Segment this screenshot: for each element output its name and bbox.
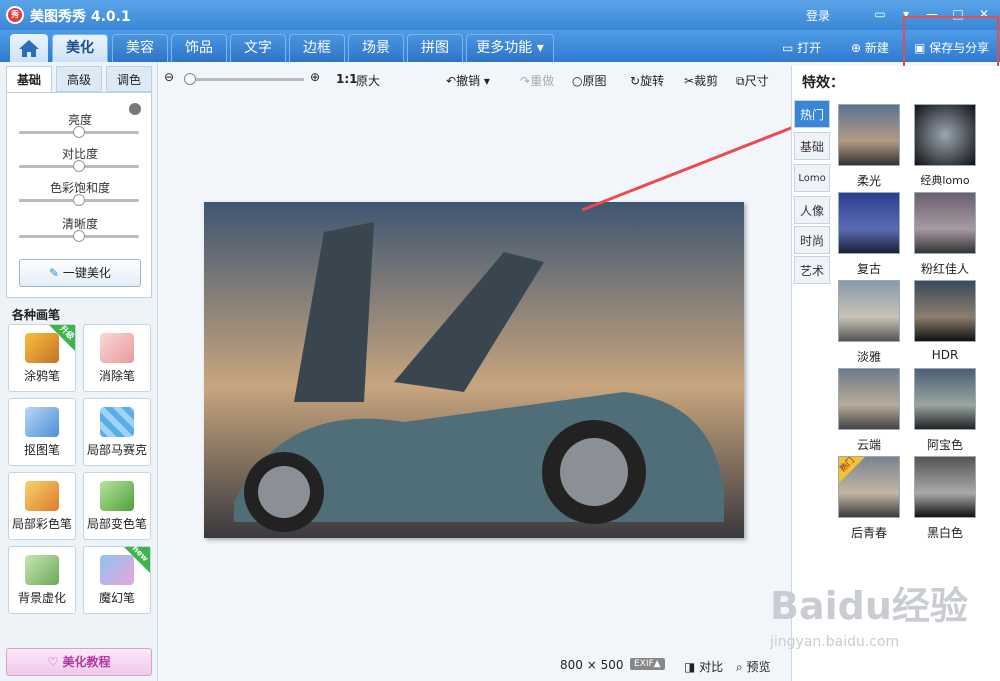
fx-thumb-cloud[interactable]	[838, 368, 900, 430]
tab-beautify[interactable]: 美化	[52, 34, 108, 62]
saturation-slider[interactable]	[19, 194, 139, 206]
brightness-slider[interactable]	[19, 126, 139, 138]
image-dimensions: 800 × 500	[560, 658, 624, 672]
app-title: 美图秀秀 4.0.1	[30, 9, 131, 25]
compare-button[interactable]: ◨ 对比	[684, 658, 723, 675]
tab-advanced[interactable]: 高级	[56, 66, 102, 92]
sharpness-slider[interactable]	[19, 230, 139, 242]
rotate-button[interactable]: ↻旋转	[630, 72, 664, 89]
tab-collage[interactable]: 拼图	[407, 34, 463, 62]
zoom-slider[interactable]	[184, 78, 304, 81]
original-size-button[interactable]: 原大	[356, 72, 380, 89]
tab-more[interactable]: 更多功能 ▾	[466, 34, 554, 62]
original-image-button[interactable]: ○原图	[572, 72, 607, 89]
tab-frame[interactable]: 边框	[289, 34, 345, 62]
eraser-brush-button[interactable]: 消除笔	[83, 324, 151, 392]
main-nav: 美化 美容 饰品 文字 边框 场景 拼图 更多功能 ▾ ▭ 打开 ⊕ 新建 ▣ …	[0, 30, 1000, 62]
adjust-panel: 亮度 对比度 色彩饱和度 清晰度 ✎ 一键美化	[6, 92, 152, 298]
mosaic-icon	[100, 407, 134, 437]
fx-thumb-retro[interactable]	[838, 192, 900, 254]
recolor-brush-button[interactable]: 局部变色笔	[83, 472, 151, 540]
preview-icon: ⌕	[736, 660, 747, 674]
magic-icon: ✎	[49, 266, 63, 280]
color-brush-button[interactable]: 局部彩色笔	[8, 472, 76, 540]
eraser-icon	[100, 333, 134, 363]
fx-tab-basic[interactable]: 基础	[794, 132, 830, 160]
fx-thumb-youth[interactable]: 热门	[838, 456, 900, 518]
tutorial-button[interactable]: ♡ 美化教程	[6, 648, 152, 676]
fx-tab-portrait[interactable]: 人像	[794, 196, 830, 224]
paint-brush-icon	[25, 481, 59, 511]
fx-thumb-soft[interactable]	[838, 104, 900, 166]
car-photo	[204, 202, 744, 538]
actual-size-ratio[interactable]: 1:1	[336, 72, 358, 86]
title-bar: 秀 美图秀秀 4.0.1 登录 ▭ ▾ — □ ✕	[0, 0, 1000, 30]
blur-icon	[25, 555, 59, 585]
bg-blur-button[interactable]: 背景虚化	[8, 546, 76, 614]
fx-thumb-hdr[interactable]	[914, 280, 976, 342]
tab-accessories[interactable]: 饰品	[171, 34, 227, 62]
undo-icon: ↶	[446, 74, 457, 88]
open-button[interactable]: ▭ 打开	[782, 39, 821, 56]
left-panel: 基础 高级 调色 亮度 对比度 色彩饱和度 清晰度 ✎ 一键美化 各种画笔 涂鸦…	[0, 62, 158, 681]
edit-toolbar: ⊖ ⊕ 1:1 原大 ↶撤销 ▾ ↷重做 ○原图 ↻旋转 ✂裁剪 ⧉尺寸	[160, 64, 785, 94]
doodle-brush-button[interactable]: 涂鸦笔 升级	[8, 324, 76, 392]
canvas-image[interactable]	[204, 202, 744, 538]
preview-button[interactable]: ⌕ 预览	[736, 658, 771, 675]
folder-icon: ▭	[782, 41, 798, 55]
undo-button[interactable]: ↶撤销 ▾	[446, 72, 490, 89]
resize-button[interactable]: ⧉尺寸	[736, 72, 769, 89]
fx-tab-hot[interactable]: 热门	[794, 100, 830, 128]
login-link[interactable]: 登录	[806, 7, 830, 24]
tab-basic[interactable]: 基础	[6, 66, 52, 92]
tab-scene[interactable]: 场景	[348, 34, 404, 62]
fx-thumb-abao[interactable]	[914, 368, 976, 430]
feedback-icon[interactable]: ▭	[870, 5, 890, 23]
effects-title: 特效：	[802, 75, 844, 91]
zoom-in-icon[interactable]: ⊕	[310, 70, 320, 84]
new-button[interactable]: ⊕ 新建	[851, 39, 889, 56]
fx-thumb-bw[interactable]	[914, 456, 976, 518]
fx-tab-lomo[interactable]: Lomo	[794, 164, 830, 192]
fx-thumb-elegant[interactable]	[838, 280, 900, 342]
fx-thumb-classic-lomo[interactable]	[914, 104, 976, 166]
home-icon	[19, 40, 39, 57]
brush-section-title: 各种画笔	[12, 308, 61, 322]
redo-icon: ↷	[520, 74, 531, 88]
compare-icon: ◨	[684, 660, 700, 674]
circle-icon: ○	[572, 74, 583, 88]
tab-color[interactable]: 调色	[106, 66, 152, 92]
fx-tab-art[interactable]: 艺术	[794, 256, 830, 284]
resize-icon: ⧉	[736, 74, 745, 88]
exif-button[interactable]: EXIF▲	[630, 658, 665, 670]
zoom-out-icon[interactable]: ⊖	[164, 70, 174, 84]
rotate-icon: ↻	[630, 74, 641, 88]
cutout-pen-icon	[25, 407, 59, 437]
contrast-slider[interactable]	[19, 160, 139, 172]
paint-bucket-icon	[100, 481, 134, 511]
home-tab[interactable]	[10, 34, 48, 62]
magic-brush-button[interactable]: 魔幻笔 new	[83, 544, 151, 614]
app-logo-icon: 秀	[6, 6, 24, 24]
one-click-beautify-button[interactable]: ✎ 一键美化	[19, 259, 141, 287]
fx-thumb-pink[interactable]	[914, 192, 976, 254]
plus-circle-icon: ⊕	[851, 41, 865, 55]
crop-button[interactable]: ✂裁剪	[684, 72, 718, 89]
watermark-url: jingyan.baidu.com	[770, 634, 900, 650]
hand-icon: ♡	[47, 655, 63, 669]
fx-tab-fashion[interactable]: 时尚	[794, 226, 830, 254]
cutout-brush-button[interactable]: 抠图笔	[8, 398, 76, 466]
tab-beauty[interactable]: 美容	[112, 34, 168, 62]
redo-button[interactable]: ↷重做	[520, 72, 554, 89]
watermark-logo: Baidu经验	[770, 584, 968, 628]
tab-text[interactable]: 文字	[230, 34, 286, 62]
mosaic-brush-button[interactable]: 局部马赛克	[83, 398, 151, 466]
scissors-icon: ✂	[684, 74, 695, 88]
